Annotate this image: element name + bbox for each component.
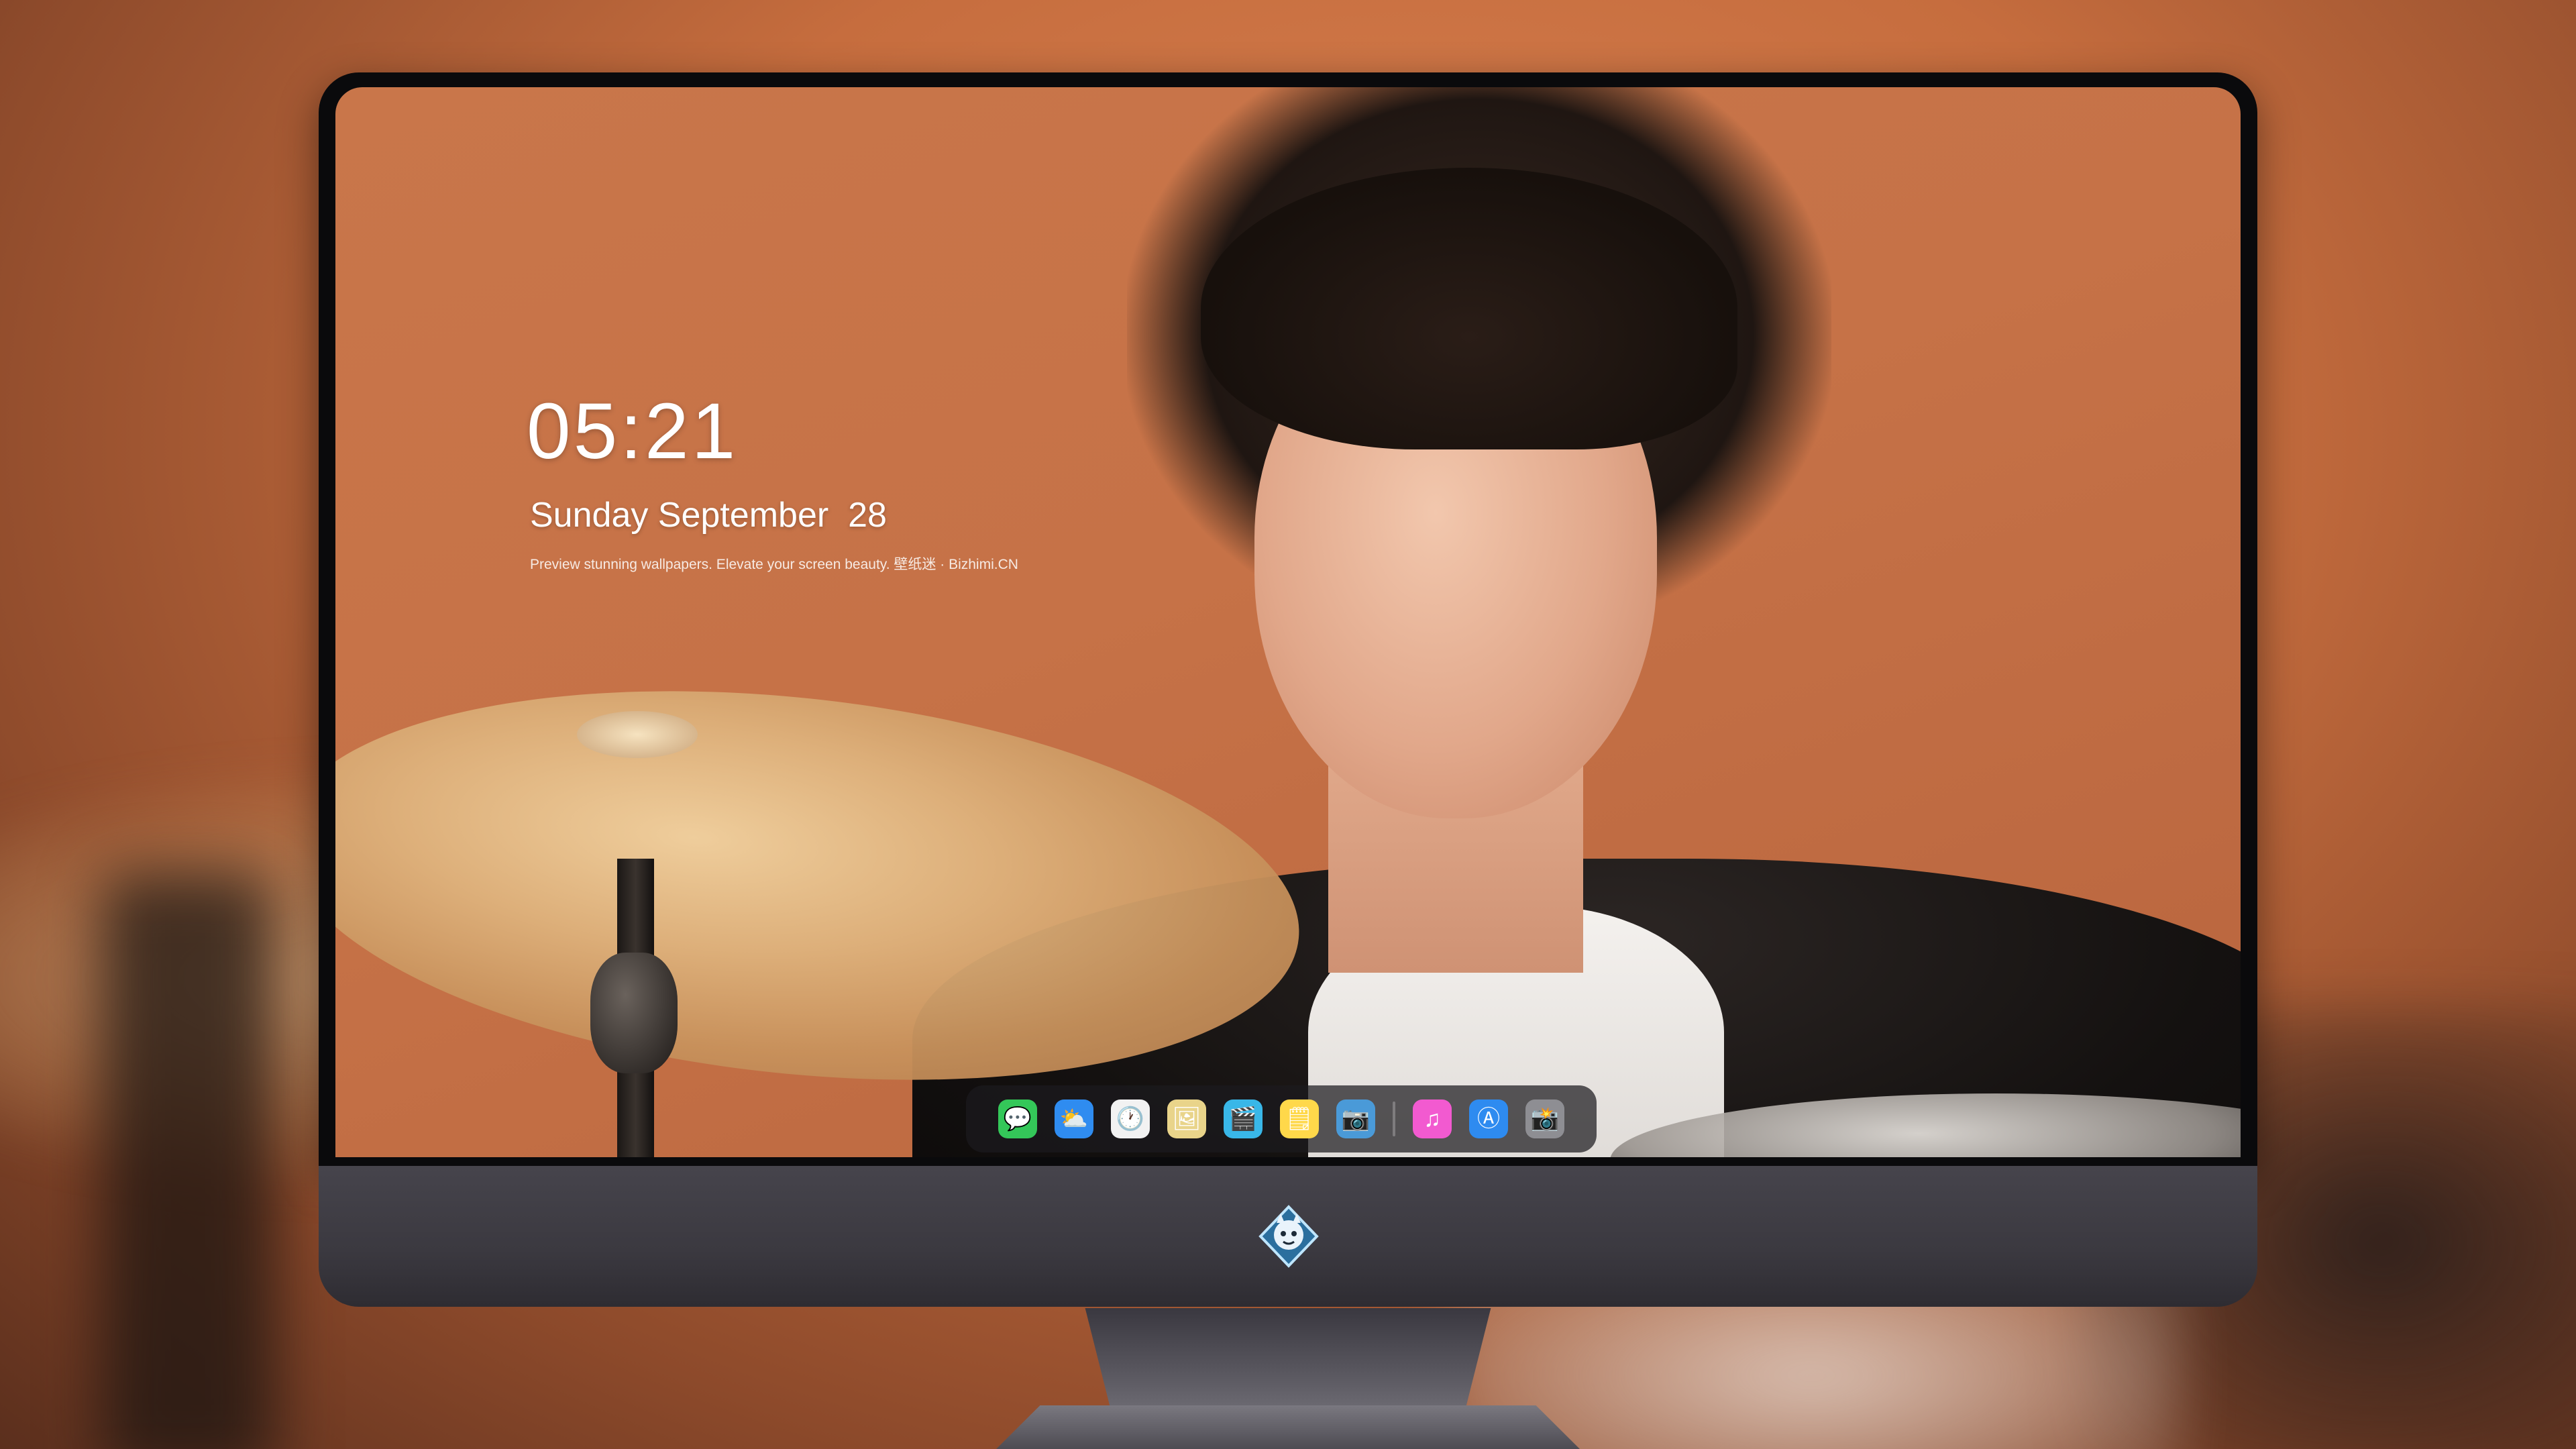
- wallpaper-bangs: [1201, 168, 1737, 449]
- dock-separator: [1393, 1102, 1395, 1136]
- lock-screen-date: Sunday September 28: [530, 496, 887, 535]
- messages-icon[interactable]: 💬: [998, 1099, 1037, 1138]
- app-store-icon[interactable]: Ⓐ: [1469, 1099, 1508, 1138]
- itunes-icon[interactable]: ♫: [1413, 1099, 1452, 1138]
- lock-screen-tagline: Preview stunning wallpapers. Elevate you…: [530, 557, 1018, 572]
- screenshot-icon[interactable]: 📸: [1525, 1099, 1564, 1138]
- preview-icon[interactable]: 🖼: [1167, 1099, 1206, 1138]
- lock-screen-time: 05:21: [527, 387, 739, 476]
- monitor: 05:21 Sunday September 28 Preview stunni…: [319, 72, 2257, 1307]
- clock-icon[interactable]: 🕐: [1111, 1099, 1150, 1138]
- monitor-stand-base: [993, 1405, 1583, 1449]
- claquette-icon[interactable]: 🎬: [1224, 1099, 1263, 1138]
- wallpaper-stand-knob: [590, 953, 678, 1073]
- wallpaper-cymbal-bell: [577, 711, 698, 758]
- notes-icon[interactable]: 🗒: [1280, 1099, 1319, 1138]
- dock: 💬 ⛅ 🕐 🖼 🎬 🗒 📷 ♫ Ⓐ 📸: [966, 1085, 1597, 1152]
- brand-logo-icon: [1258, 1205, 1319, 1268]
- lock-screen[interactable]: 05:21 Sunday September 28 Preview stunni…: [335, 87, 2241, 1157]
- desktop-background: 05:21 Sunday September 28 Preview stunni…: [0, 0, 2576, 1449]
- background-blurred-stand: [101, 872, 275, 1449]
- photo-booth-icon[interactable]: 📷: [1336, 1099, 1375, 1138]
- monitor-bezel: 05:21 Sunday September 28 Preview stunni…: [319, 72, 2257, 1166]
- monitor-stand-neck: [1085, 1308, 1491, 1409]
- weather-icon[interactable]: ⛅: [1055, 1099, 1093, 1138]
